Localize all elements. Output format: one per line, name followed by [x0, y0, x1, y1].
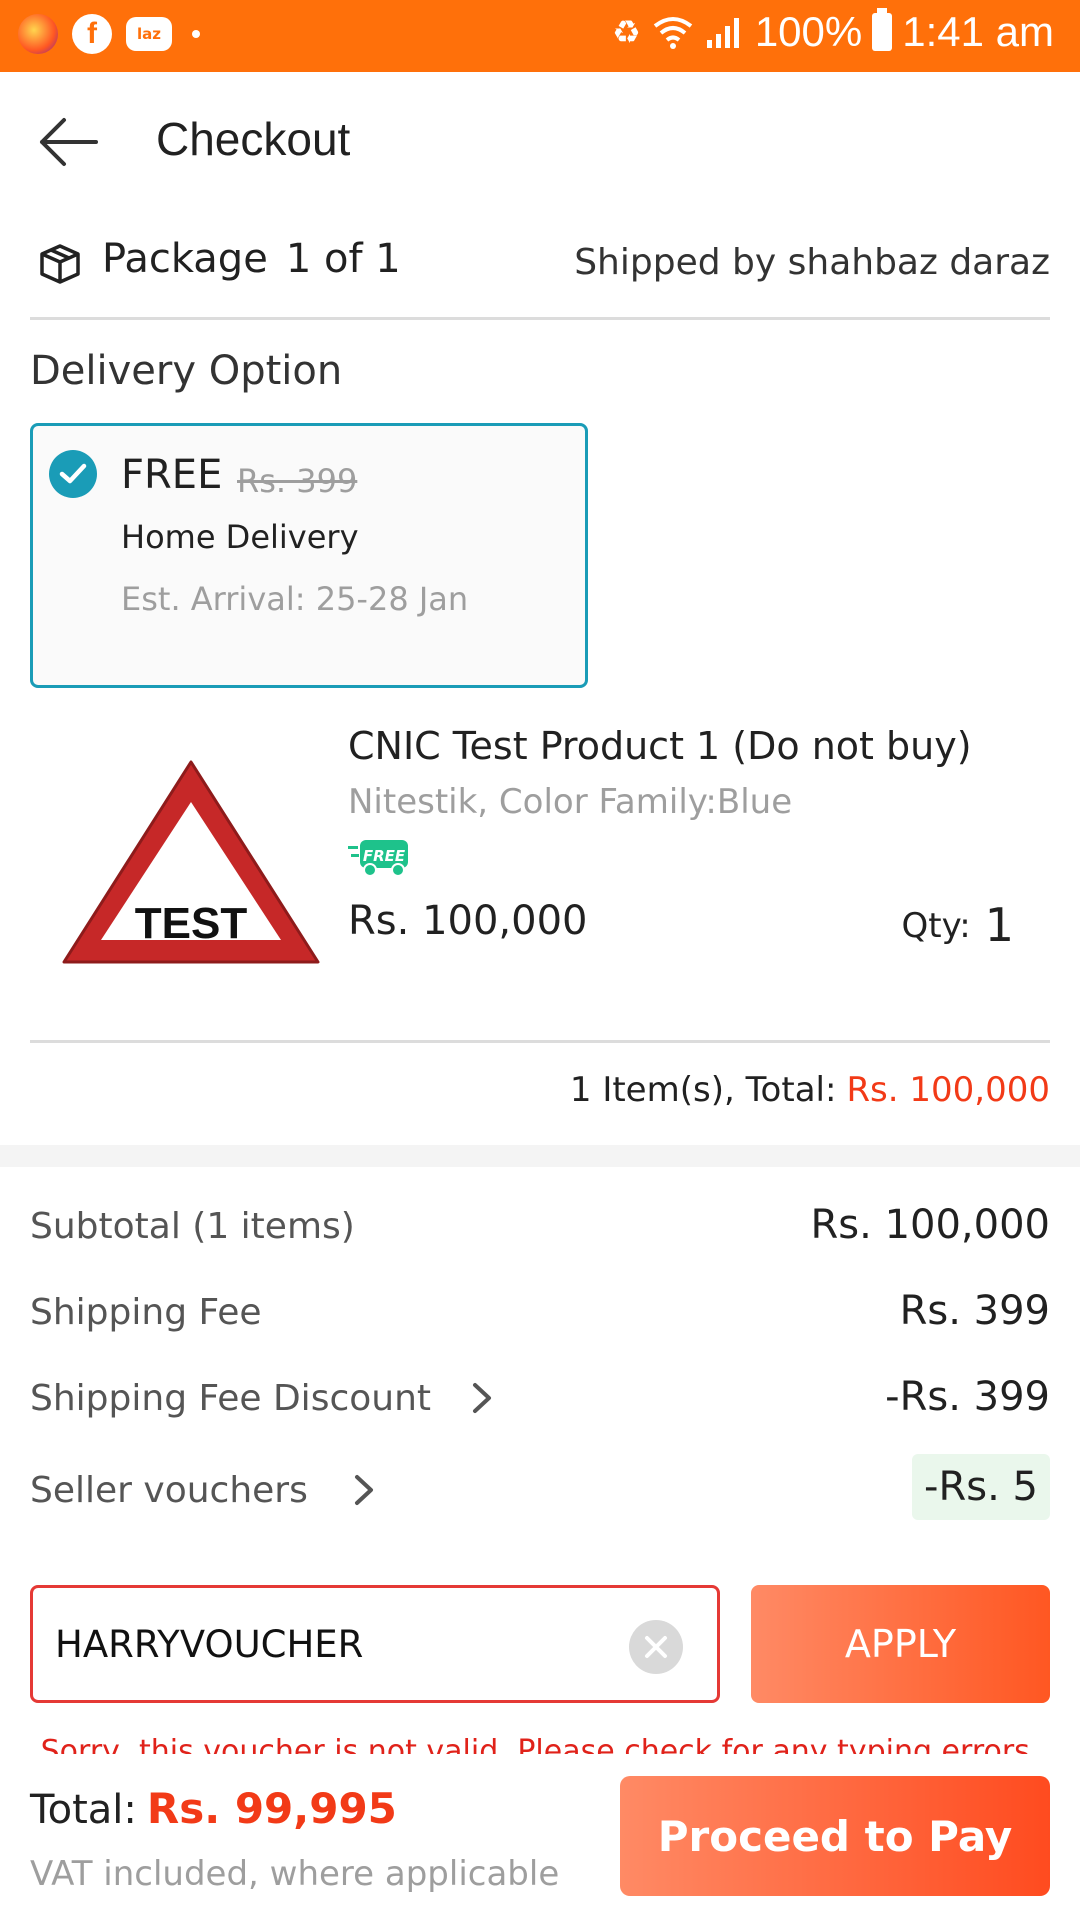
subtotal-row: Subtotal (1 items) Rs. 100,000 — [30, 1198, 1050, 1258]
free-badge-text: FREE — [363, 847, 406, 865]
seller-vouchers-row[interactable]: Seller vouchers -Rs. 5 — [30, 1454, 1050, 1522]
quantity: Qty: 1 — [902, 898, 1014, 952]
chevron-right-icon[interactable] — [470, 1380, 494, 1425]
package-row: Package 1 of 1 Shipped by shahbaz daraz — [30, 230, 1050, 320]
chevron-right-icon[interactable] — [352, 1472, 376, 1517]
seller-vouchers-value: -Rs. 5 — [912, 1454, 1050, 1520]
delivery-eta: Est. Arrival: 25-28 Jan — [121, 580, 469, 618]
check-circle-icon — [49, 450, 97, 498]
quantity-value: 1 — [984, 898, 1014, 952]
order-total: Total: Rs. 99,995 — [30, 1784, 397, 1833]
voucher-code-input[interactable] — [55, 1618, 615, 1670]
quantity-label: Qty: — [901, 906, 971, 946]
items-total-amount: Rs. 100,000 — [846, 1070, 1050, 1110]
package-box-icon — [40, 244, 80, 284]
subtotal-label: Subtotal (1 items) — [30, 1206, 355, 1247]
product-title[interactable]: CNIC Test Product 1 (Do not buy) — [348, 724, 972, 768]
product-image-text: TEST — [135, 899, 248, 948]
package-items-total: 1 Item(s), Total: Rs. 100,000 — [570, 1070, 1050, 1110]
status-bar: f laz ♻ 100% 1:41 am — [0, 0, 1080, 72]
laz-icon: laz — [126, 17, 172, 51]
clock: 1:41 am — [902, 8, 1054, 55]
package-count: 1 of 1 — [285, 236, 401, 282]
items-total-label: 1 Item(s), Total: — [569, 1070, 837, 1110]
delivery-option-heading: Delivery Option — [30, 348, 343, 394]
delivery-option-card[interactable]: FREE Rs. 399 Home Delivery Est. Arrival:… — [30, 423, 588, 688]
voucher-input-box — [30, 1585, 720, 1703]
package-label: Package — [102, 236, 268, 282]
notification-dot-icon — [192, 30, 200, 38]
section-separator — [0, 1145, 1080, 1167]
proceed-to-pay-button[interactable]: Proceed to Pay — [620, 1776, 1050, 1896]
shipping-fee-label: Shipping Fee — [30, 1292, 262, 1333]
shipping-fee-discount-label: Shipping Fee Discount — [30, 1378, 432, 1419]
product-variant: Nitestik, Color Family:Blue — [348, 782, 793, 822]
checkout-footer: Total: Rs. 99,995 VAT included, where app… — [0, 1754, 1080, 1920]
shipped-by: Shipped by shahbaz daraz — [574, 242, 1050, 283]
shipping-fee-discount-row[interactable]: Shipping Fee Discount -Rs. 399 — [30, 1370, 1050, 1430]
shipping-fee-discount-value: -Rs. 399 — [885, 1374, 1050, 1420]
voucher-error-message: Sorry, this voucher is not valid. Please… — [40, 1734, 1040, 1754]
clear-input-icon[interactable] — [629, 1620, 683, 1674]
delivery-original-price: Rs. 399 — [237, 462, 358, 500]
shipping-fee-value: Rs. 399 — [899, 1288, 1050, 1334]
product-image: TEST — [62, 760, 320, 964]
battery-icon — [872, 8, 893, 51]
total-amount: Rs. 99,995 — [146, 1784, 397, 1833]
total-label: Total: — [30, 1787, 137, 1833]
shipping-fee-row: Shipping Fee Rs. 399 — [30, 1284, 1050, 1344]
battery-percent: 100% — [754, 8, 863, 55]
divider — [30, 1040, 1050, 1043]
facebook-icon: f — [72, 14, 112, 54]
product-price: Rs. 100,000 — [348, 898, 588, 944]
firefox-icon — [18, 14, 58, 54]
back-arrow-icon[interactable] — [36, 112, 100, 172]
delivery-price: FREE — [121, 452, 223, 498]
free-delivery-badge-icon: FREE — [348, 840, 408, 877]
wifi-icon — [653, 17, 693, 49]
status-bar-apps: f laz — [18, 14, 200, 54]
app-header: Checkout — [0, 72, 1080, 212]
vat-note: VAT included, where applicable — [30, 1854, 560, 1894]
page-title: Checkout — [156, 113, 351, 165]
package-title: Package 1 of 1 — [102, 236, 401, 282]
seller-vouchers-label: Seller vouchers — [30, 1470, 308, 1511]
recycle-icon: ♻ — [612, 14, 641, 50]
status-bar-system: ♻ 100% 1:41 am — [612, 8, 1054, 56]
delivery-type: Home Delivery — [121, 518, 359, 556]
subtotal-value: Rs. 100,000 — [810, 1202, 1050, 1248]
apply-voucher-button[interactable]: APPLY — [751, 1585, 1050, 1703]
signal-icon — [706, 18, 739, 48]
